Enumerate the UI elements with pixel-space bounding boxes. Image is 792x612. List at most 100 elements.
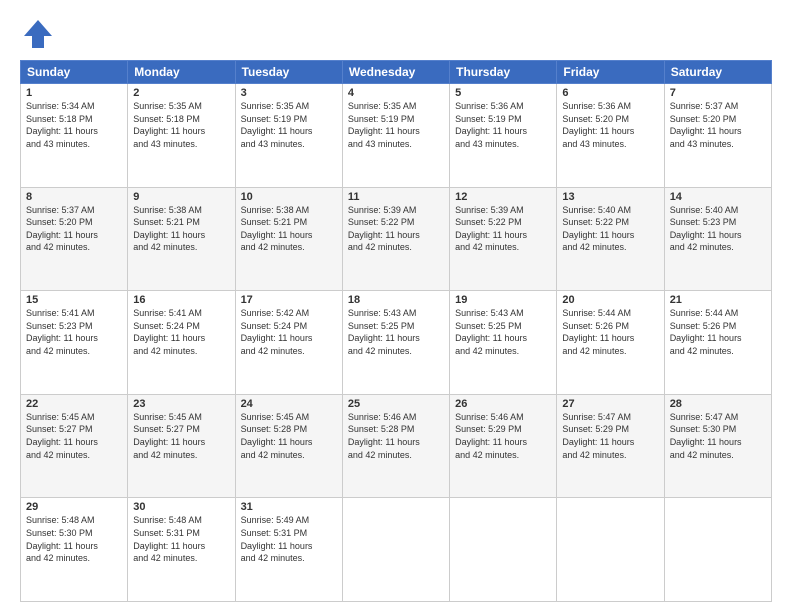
day-number: 14 xyxy=(670,191,766,203)
calendar-day-cell: 23Sunrise: 5:45 AM Sunset: 5:27 PM Dayli… xyxy=(128,394,235,498)
day-number: 29 xyxy=(26,501,122,513)
calendar-day-cell: 9Sunrise: 5:38 AM Sunset: 5:21 PM Daylig… xyxy=(128,187,235,291)
day-number: 27 xyxy=(562,398,658,410)
day-number: 9 xyxy=(133,191,229,203)
calendar-day-cell: 19Sunrise: 5:43 AM Sunset: 5:25 PM Dayli… xyxy=(450,291,557,395)
calendar-day-cell xyxy=(450,498,557,602)
calendar-day-cell: 16Sunrise: 5:41 AM Sunset: 5:24 PM Dayli… xyxy=(128,291,235,395)
calendar-day-cell: 13Sunrise: 5:40 AM Sunset: 5:22 PM Dayli… xyxy=(557,187,664,291)
calendar-table: SundayMondayTuesdayWednesdayThursdayFrid… xyxy=(20,60,772,602)
day-info: Sunrise: 5:47 AM Sunset: 5:30 PM Dayligh… xyxy=(670,411,766,461)
day-of-week-header: Monday xyxy=(128,61,235,84)
day-number: 13 xyxy=(562,191,658,203)
calendar-day-cell: 26Sunrise: 5:46 AM Sunset: 5:29 PM Dayli… xyxy=(450,394,557,498)
calendar-day-cell: 8Sunrise: 5:37 AM Sunset: 5:20 PM Daylig… xyxy=(21,187,128,291)
calendar-week-row: 15Sunrise: 5:41 AM Sunset: 5:23 PM Dayli… xyxy=(21,291,772,395)
calendar-day-cell: 10Sunrise: 5:38 AM Sunset: 5:21 PM Dayli… xyxy=(235,187,342,291)
calendar-day-cell: 4Sunrise: 5:35 AM Sunset: 5:19 PM Daylig… xyxy=(342,84,449,188)
day-of-week-header: Thursday xyxy=(450,61,557,84)
day-number: 30 xyxy=(133,501,229,513)
day-number: 17 xyxy=(241,294,337,306)
day-info: Sunrise: 5:41 AM Sunset: 5:24 PM Dayligh… xyxy=(133,307,229,357)
day-number: 31 xyxy=(241,501,337,513)
day-number: 18 xyxy=(348,294,444,306)
day-info: Sunrise: 5:35 AM Sunset: 5:19 PM Dayligh… xyxy=(241,100,337,150)
day-info: Sunrise: 5:34 AM Sunset: 5:18 PM Dayligh… xyxy=(26,100,122,150)
day-info: Sunrise: 5:45 AM Sunset: 5:27 PM Dayligh… xyxy=(26,411,122,461)
day-info: Sunrise: 5:37 AM Sunset: 5:20 PM Dayligh… xyxy=(670,100,766,150)
calendar-week-row: 8Sunrise: 5:37 AM Sunset: 5:20 PM Daylig… xyxy=(21,187,772,291)
day-number: 12 xyxy=(455,191,551,203)
day-info: Sunrise: 5:49 AM Sunset: 5:31 PM Dayligh… xyxy=(241,514,337,564)
day-info: Sunrise: 5:37 AM Sunset: 5:20 PM Dayligh… xyxy=(26,204,122,254)
calendar-day-cell: 2Sunrise: 5:35 AM Sunset: 5:18 PM Daylig… xyxy=(128,84,235,188)
logo-icon xyxy=(20,16,56,52)
calendar-day-cell: 7Sunrise: 5:37 AM Sunset: 5:20 PM Daylig… xyxy=(664,84,771,188)
day-info: Sunrise: 5:44 AM Sunset: 5:26 PM Dayligh… xyxy=(562,307,658,357)
day-info: Sunrise: 5:40 AM Sunset: 5:22 PM Dayligh… xyxy=(562,204,658,254)
day-number: 20 xyxy=(562,294,658,306)
day-number: 7 xyxy=(670,87,766,99)
calendar-day-cell: 21Sunrise: 5:44 AM Sunset: 5:26 PM Dayli… xyxy=(664,291,771,395)
day-number: 5 xyxy=(455,87,551,99)
calendar-day-cell: 20Sunrise: 5:44 AM Sunset: 5:26 PM Dayli… xyxy=(557,291,664,395)
calendar-day-cell: 27Sunrise: 5:47 AM Sunset: 5:29 PM Dayli… xyxy=(557,394,664,498)
day-number: 16 xyxy=(133,294,229,306)
day-info: Sunrise: 5:38 AM Sunset: 5:21 PM Dayligh… xyxy=(133,204,229,254)
day-number: 3 xyxy=(241,87,337,99)
calendar-day-cell: 29Sunrise: 5:48 AM Sunset: 5:30 PM Dayli… xyxy=(21,498,128,602)
calendar-day-cell: 6Sunrise: 5:36 AM Sunset: 5:20 PM Daylig… xyxy=(557,84,664,188)
day-info: Sunrise: 5:45 AM Sunset: 5:27 PM Dayligh… xyxy=(133,411,229,461)
day-of-week-header: Wednesday xyxy=(342,61,449,84)
day-info: Sunrise: 5:48 AM Sunset: 5:31 PM Dayligh… xyxy=(133,514,229,564)
day-number: 26 xyxy=(455,398,551,410)
day-info: Sunrise: 5:43 AM Sunset: 5:25 PM Dayligh… xyxy=(348,307,444,357)
day-number: 24 xyxy=(241,398,337,410)
day-number: 8 xyxy=(26,191,122,203)
calendar-day-cell: 25Sunrise: 5:46 AM Sunset: 5:28 PM Dayli… xyxy=(342,394,449,498)
day-info: Sunrise: 5:45 AM Sunset: 5:28 PM Dayligh… xyxy=(241,411,337,461)
day-number: 22 xyxy=(26,398,122,410)
day-info: Sunrise: 5:38 AM Sunset: 5:21 PM Dayligh… xyxy=(241,204,337,254)
day-number: 25 xyxy=(348,398,444,410)
day-info: Sunrise: 5:46 AM Sunset: 5:28 PM Dayligh… xyxy=(348,411,444,461)
calendar-day-cell: 15Sunrise: 5:41 AM Sunset: 5:23 PM Dayli… xyxy=(21,291,128,395)
day-number: 2 xyxy=(133,87,229,99)
day-info: Sunrise: 5:36 AM Sunset: 5:19 PM Dayligh… xyxy=(455,100,551,150)
calendar-day-cell xyxy=(664,498,771,602)
day-number: 6 xyxy=(562,87,658,99)
day-number: 19 xyxy=(455,294,551,306)
day-info: Sunrise: 5:41 AM Sunset: 5:23 PM Dayligh… xyxy=(26,307,122,357)
calendar-day-cell: 31Sunrise: 5:49 AM Sunset: 5:31 PM Dayli… xyxy=(235,498,342,602)
day-of-week-header: Saturday xyxy=(664,61,771,84)
day-info: Sunrise: 5:39 AM Sunset: 5:22 PM Dayligh… xyxy=(348,204,444,254)
day-number: 28 xyxy=(670,398,766,410)
calendar-day-cell: 12Sunrise: 5:39 AM Sunset: 5:22 PM Dayli… xyxy=(450,187,557,291)
logo xyxy=(20,16,60,52)
day-info: Sunrise: 5:48 AM Sunset: 5:30 PM Dayligh… xyxy=(26,514,122,564)
calendar-day-cell: 30Sunrise: 5:48 AM Sunset: 5:31 PM Dayli… xyxy=(128,498,235,602)
day-number: 11 xyxy=(348,191,444,203)
day-info: Sunrise: 5:36 AM Sunset: 5:20 PM Dayligh… xyxy=(562,100,658,150)
day-info: Sunrise: 5:39 AM Sunset: 5:22 PM Dayligh… xyxy=(455,204,551,254)
calendar-week-row: 22Sunrise: 5:45 AM Sunset: 5:27 PM Dayli… xyxy=(21,394,772,498)
calendar-day-cell: 24Sunrise: 5:45 AM Sunset: 5:28 PM Dayli… xyxy=(235,394,342,498)
calendar-day-cell: 3Sunrise: 5:35 AM Sunset: 5:19 PM Daylig… xyxy=(235,84,342,188)
day-info: Sunrise: 5:44 AM Sunset: 5:26 PM Dayligh… xyxy=(670,307,766,357)
calendar-header-row: SundayMondayTuesdayWednesdayThursdayFrid… xyxy=(21,61,772,84)
day-number: 4 xyxy=(348,87,444,99)
calendar-day-cell: 1Sunrise: 5:34 AM Sunset: 5:18 PM Daylig… xyxy=(21,84,128,188)
calendar-day-cell: 17Sunrise: 5:42 AM Sunset: 5:24 PM Dayli… xyxy=(235,291,342,395)
calendar-day-cell: 14Sunrise: 5:40 AM Sunset: 5:23 PM Dayli… xyxy=(664,187,771,291)
calendar-day-cell: 5Sunrise: 5:36 AM Sunset: 5:19 PM Daylig… xyxy=(450,84,557,188)
day-of-week-header: Sunday xyxy=(21,61,128,84)
day-of-week-header: Tuesday xyxy=(235,61,342,84)
header xyxy=(20,16,772,52)
calendar-day-cell xyxy=(342,498,449,602)
page: SundayMondayTuesdayWednesdayThursdayFrid… xyxy=(0,0,792,612)
day-info: Sunrise: 5:35 AM Sunset: 5:19 PM Dayligh… xyxy=(348,100,444,150)
day-info: Sunrise: 5:43 AM Sunset: 5:25 PM Dayligh… xyxy=(455,307,551,357)
calendar-day-cell: 22Sunrise: 5:45 AM Sunset: 5:27 PM Dayli… xyxy=(21,394,128,498)
day-info: Sunrise: 5:40 AM Sunset: 5:23 PM Dayligh… xyxy=(670,204,766,254)
day-info: Sunrise: 5:47 AM Sunset: 5:29 PM Dayligh… xyxy=(562,411,658,461)
